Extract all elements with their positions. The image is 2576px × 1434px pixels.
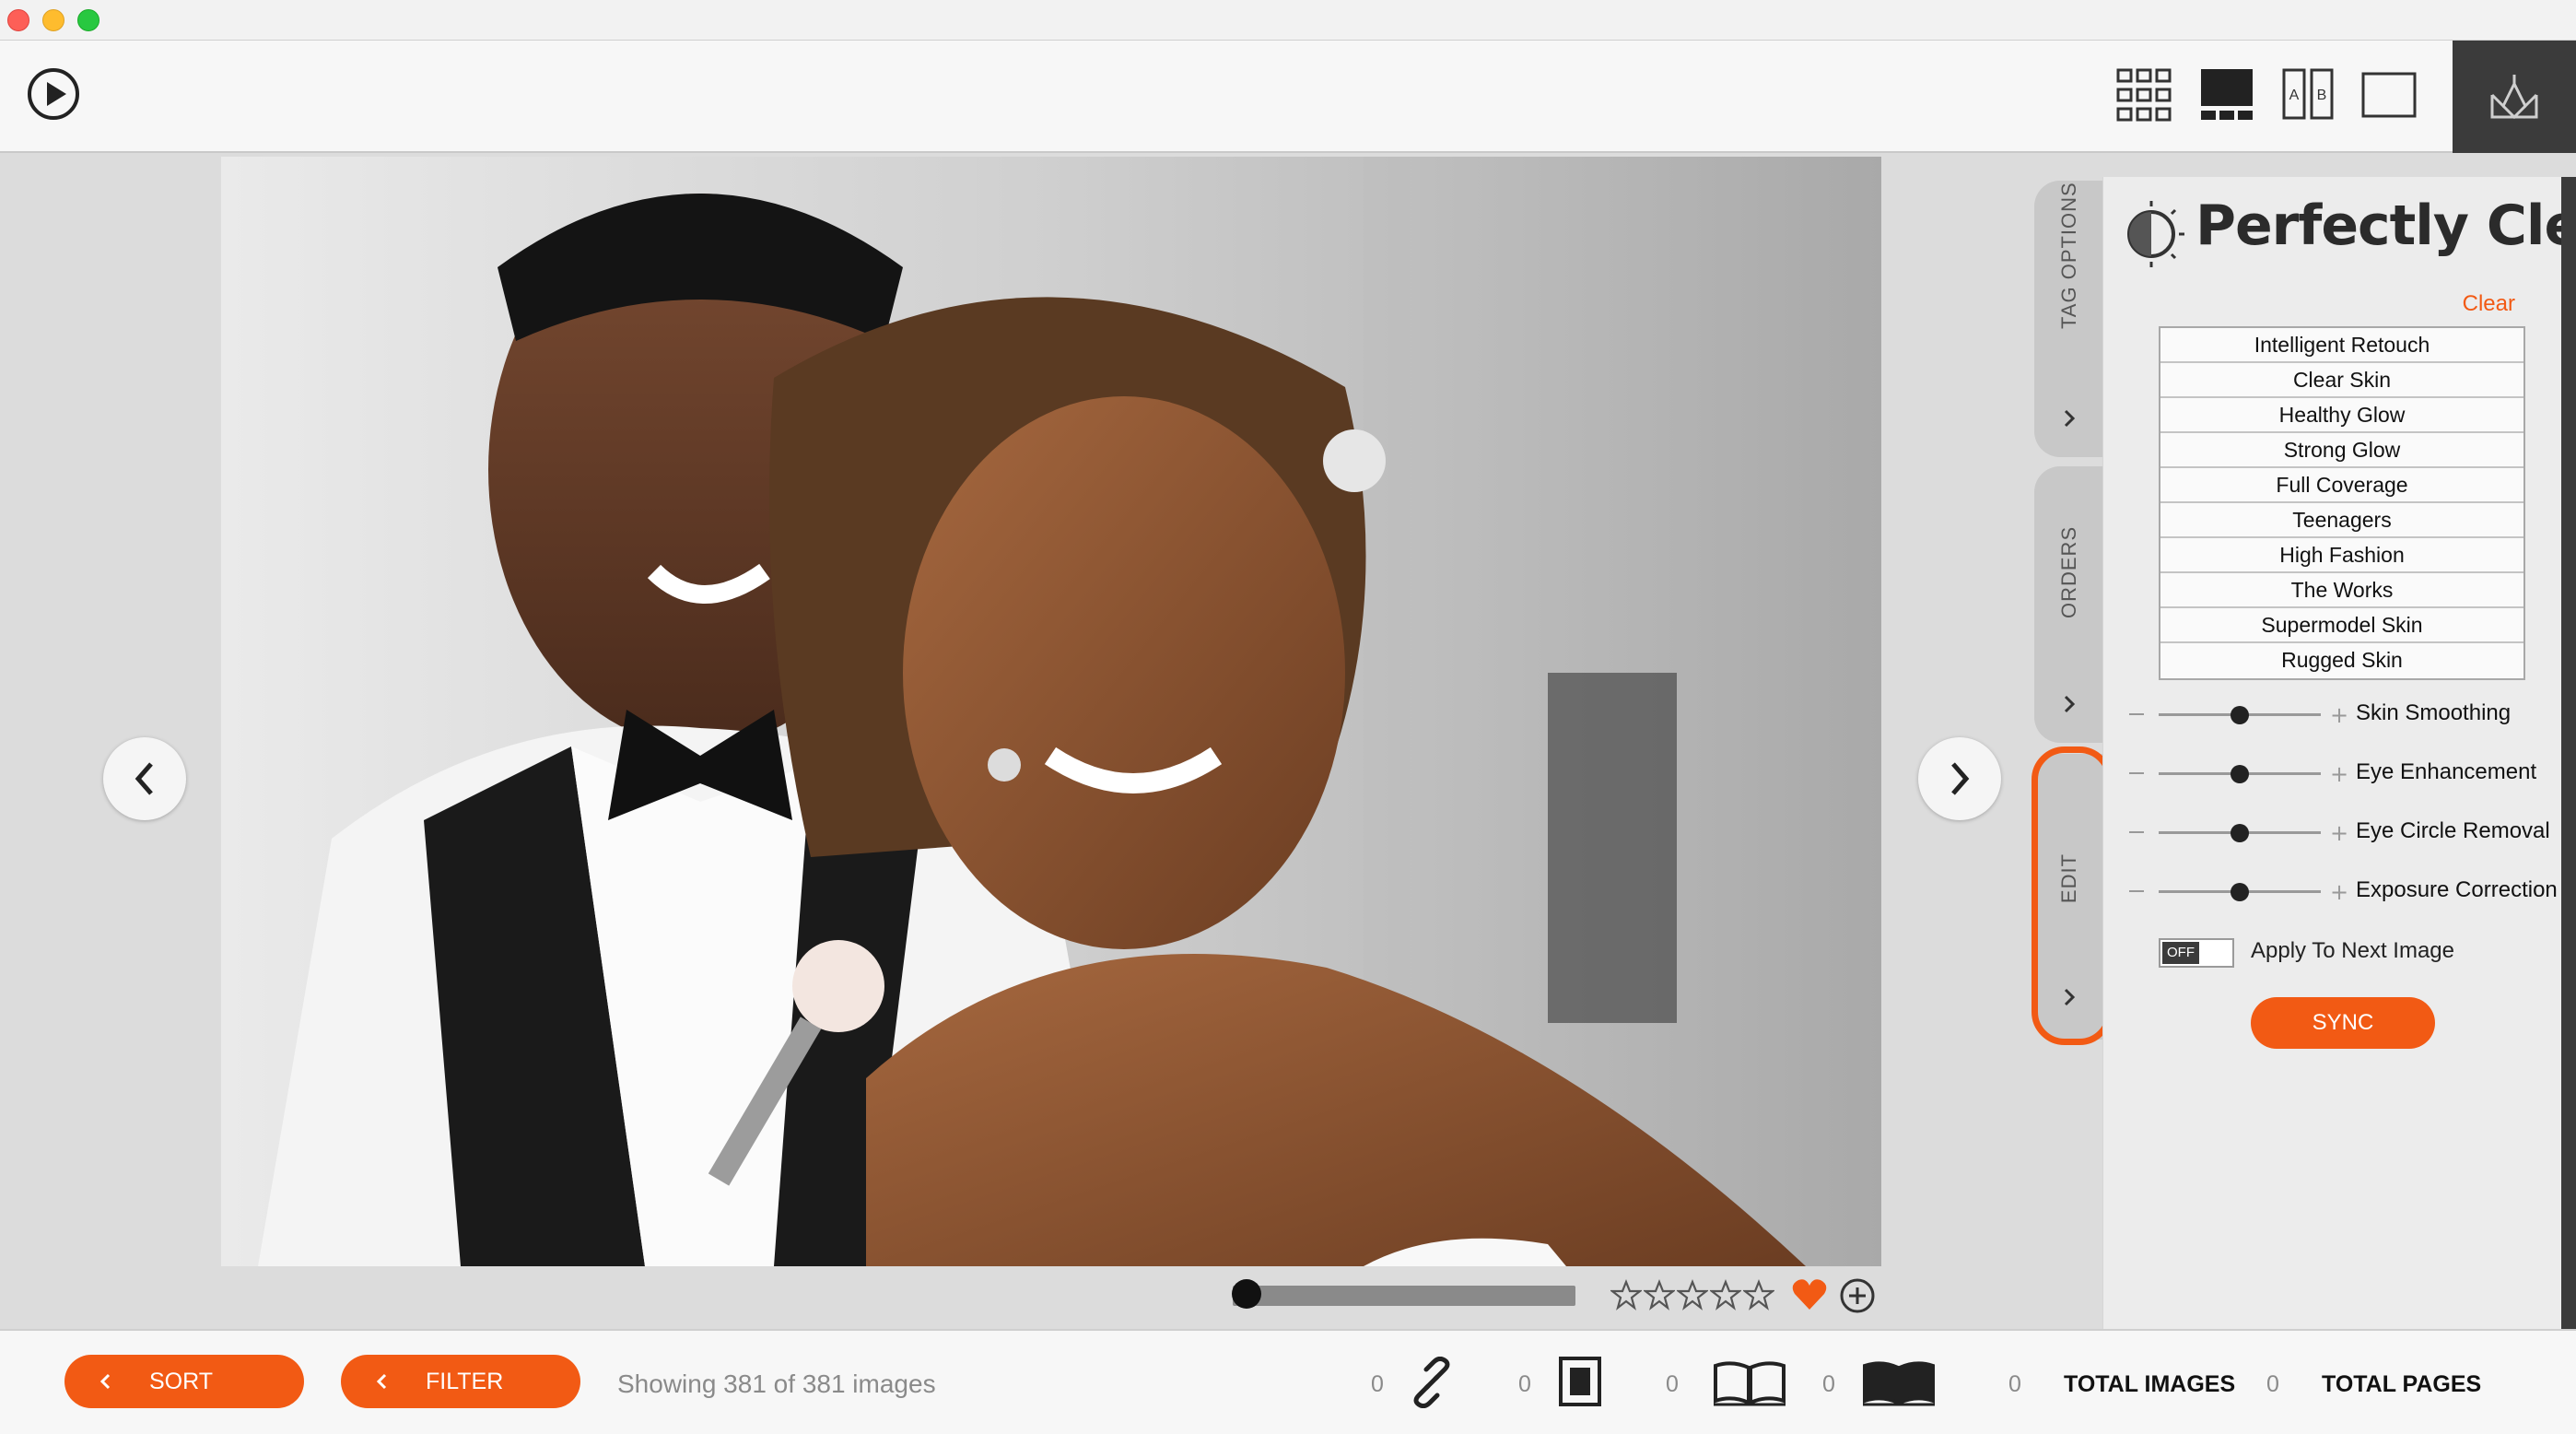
star-icon[interactable] [1610, 1279, 1642, 1311]
total-pages-count: 0 [2266, 1371, 2279, 1397]
chevron-right-icon [2064, 409, 2076, 428]
preset-item[interactable]: The Works [2160, 573, 2523, 608]
total-images-count: 0 [2008, 1371, 2021, 1397]
slider-knob[interactable] [2231, 883, 2249, 901]
slider-label: Exposure Correction [2356, 877, 2558, 902]
open-book-icon[interactable] [1710, 1357, 1789, 1408]
add-circle-icon[interactable] [1839, 1277, 1876, 1314]
preset-item[interactable]: High Fashion [2160, 538, 2523, 573]
preset-list: Intelligent Retouch Clear Skin Healthy Glo… [2159, 326, 2525, 680]
preset-item[interactable]: Teenagers [2160, 503, 2523, 538]
plus-icon[interactable]: + [2330, 881, 2348, 903]
play-icon[interactable] [26, 66, 81, 122]
sync-button[interactable]: SYNC [2251, 997, 2435, 1049]
slider-label: Eye Enhancement [2356, 759, 2537, 784]
edit-tab-highlight [2032, 746, 2113, 1045]
plus-icon[interactable]: + [2330, 704, 2348, 726]
plus-icon[interactable]: + [2330, 822, 2348, 844]
adjustment-slider[interactable]: + Skin Smoothing [2129, 697, 2571, 734]
sort-label: SORT [149, 1369, 213, 1394]
preset-item[interactable]: Intelligent Retouch [2160, 328, 2523, 363]
adjustment-slider[interactable]: + Eye Circle Removal [2129, 815, 2571, 852]
svg-text:B: B [2317, 88, 2327, 103]
apply-next-label: Apply To Next Image [2251, 938, 2455, 963]
slider-knob[interactable] [2231, 706, 2249, 724]
chevron-left-icon [376, 1373, 387, 1390]
chevron-right-icon [1951, 762, 1970, 795]
favorite-heart-icon[interactable] [1791, 1277, 1828, 1312]
plus-icon[interactable]: + [2330, 763, 2348, 785]
svg-text:A: A [2289, 88, 2300, 103]
star-icon[interactable] [1710, 1279, 1741, 1311]
link-count: 0 [1371, 1371, 1384, 1397]
window-titlebar [0, 0, 2576, 41]
star-rating[interactable] [1610, 1279, 1774, 1311]
star-icon[interactable] [1743, 1279, 1774, 1311]
single-page-icon[interactable] [1557, 1355, 1603, 1408]
compare-ab-view-icon[interactable]: A B [2279, 66, 2336, 123]
tab-tag-options[interactable]: TAG OPTIONS [2034, 181, 2104, 457]
image-scrubber-track[interactable] [1233, 1286, 1575, 1306]
clear-link[interactable]: Clear [2463, 291, 2515, 317]
panel-scrollbar[interactable] [2561, 177, 2576, 1329]
minimize-window-button[interactable] [42, 9, 64, 31]
tab-orders[interactable]: ORDERS [2034, 466, 2104, 743]
top-toolbar: A B [0, 41, 2576, 153]
total-images-label: TOTAL IMAGES [2064, 1371, 2236, 1397]
showing-count-text: Showing 381 of 381 images [617, 1369, 936, 1398]
image-scrubber-handle[interactable] [1232, 1279, 1261, 1309]
previous-image-button[interactable] [103, 737, 186, 820]
lotus-logo-icon [2490, 75, 2538, 120]
slider-label: Eye Circle Removal [2356, 818, 2550, 843]
star-icon[interactable] [1644, 1279, 1675, 1311]
slider-knob[interactable] [2231, 765, 2249, 783]
slider-label: Skin Smoothing [2356, 700, 2512, 725]
chevron-right-icon [2064, 695, 2076, 713]
single-page-count: 0 [1518, 1371, 1531, 1397]
preset-item[interactable]: Full Coverage [2160, 468, 2523, 503]
adjustment-slider[interactable]: + Exposure Correction [2129, 874, 2571, 911]
chevron-left-icon [100, 1373, 111, 1390]
chevron-left-icon [135, 762, 153, 795]
closed-book-icon[interactable] [1859, 1357, 1938, 1408]
preset-item[interactable]: Supermodel Skin [2160, 608, 2523, 643]
preset-item[interactable]: Healthy Glow [2160, 398, 2523, 433]
panel-title: Perfectly Clear [2195, 194, 2576, 258]
minus-icon[interactable] [2129, 831, 2144, 833]
sort-button[interactable]: SORT [64, 1355, 304, 1408]
tab-orders-label: ORDERS [2057, 525, 2080, 618]
filter-button[interactable]: FILTER [341, 1355, 580, 1408]
minus-icon[interactable] [2129, 772, 2144, 774]
next-image-button[interactable] [1918, 737, 2001, 820]
apply-next-toggle[interactable]: OFF [2159, 938, 2234, 968]
toggle-state: OFF [2162, 942, 2199, 964]
main-photo[interactable] [221, 157, 1881, 1266]
filter-label: FILTER [426, 1369, 504, 1394]
total-pages-label: TOTAL PAGES [2322, 1371, 2482, 1397]
single-view-icon[interactable] [2360, 66, 2418, 123]
preset-item[interactable]: Clear Skin [2160, 363, 2523, 398]
minus-icon[interactable] [2129, 713, 2144, 715]
open-album-count: 0 [1666, 1371, 1679, 1397]
preset-item[interactable]: Strong Glow [2160, 433, 2523, 468]
tab-tag-options-label: TAG OPTIONS [2057, 182, 2080, 329]
adjustment-slider[interactable]: + Eye Enhancement [2129, 756, 2571, 793]
perfectly-clear-logo-icon [2127, 201, 2184, 267]
app-logo[interactable] [2453, 41, 2576, 153]
close-window-button[interactable] [7, 9, 29, 31]
filmstrip-view-icon[interactable] [2198, 66, 2255, 123]
preset-item[interactable]: Rugged Skin [2160, 643, 2523, 678]
perfectly-clear-panel: Perfectly Clear Clear Intelligent Retouc… [2102, 177, 2576, 1329]
zoom-window-button[interactable] [77, 9, 100, 31]
dark-album-count: 0 [1822, 1371, 1835, 1397]
minus-icon[interactable] [2129, 890, 2144, 892]
grid-view-icon[interactable] [2115, 66, 2172, 123]
star-icon[interactable] [1677, 1279, 1708, 1311]
link-icon[interactable] [1406, 1357, 1458, 1408]
slider-knob[interactable] [2231, 824, 2249, 842]
bottom-bar: SORT FILTER Showing 381 of 381 images 0 … [0, 1329, 2576, 1434]
